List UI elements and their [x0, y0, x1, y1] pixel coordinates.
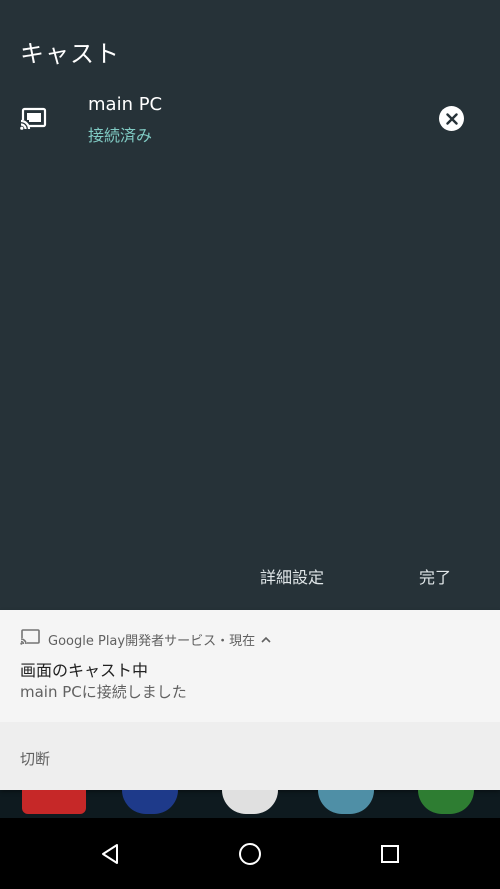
- cast-icon: [20, 629, 48, 649]
- device-name: main PC: [88, 94, 163, 115]
- app-icon: [222, 790, 278, 814]
- recents-square-icon[interactable]: [374, 838, 406, 870]
- chevron-up-icon[interactable]: [261, 633, 279, 646]
- home-screen-peek: [0, 790, 500, 818]
- done-button[interactable]: 完了: [419, 564, 451, 588]
- notification-text: main PCに接続しました: [20, 683, 187, 701]
- notification-header: Google Play開発者サービス・現在: [20, 629, 279, 649]
- cast-notification[interactable]: Google Play開発者サービス・現在 画面のキャスト中 main PCに接…: [0, 610, 500, 790]
- home-circle-icon[interactable]: [234, 838, 266, 870]
- app-icon: [418, 790, 474, 814]
- notification-title: 画面のキャスト中: [20, 661, 149, 680]
- notification-actions: 切断: [0, 722, 500, 790]
- cast-dialog: キャスト main PC 接続済み 詳細設定 完了: [0, 0, 500, 610]
- close-circle-icon[interactable]: [439, 106, 464, 131]
- app-icon: [22, 790, 86, 814]
- navigation-bar: [0, 818, 500, 889]
- cast-connected-icon: [20, 106, 48, 130]
- back-triangle-icon[interactable]: [94, 838, 126, 870]
- cast-dialog-title: キャスト: [20, 40, 120, 68]
- cast-device-row[interactable]: main PC 接続済み: [0, 86, 500, 152]
- app-icon: [318, 790, 374, 814]
- disconnect-button[interactable]: 切断: [20, 748, 50, 769]
- app-icon: [122, 790, 178, 814]
- notification-app-name: Google Play開発者サービス・現在: [48, 633, 256, 649]
- settings-button[interactable]: 詳細設定: [260, 564, 324, 588]
- device-status: 接続済み: [88, 126, 153, 145]
